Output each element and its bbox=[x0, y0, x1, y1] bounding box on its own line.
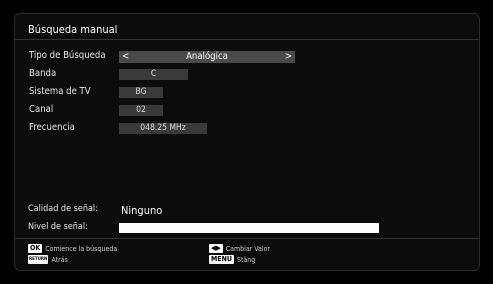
tv-system-label: Sistema de TV bbox=[29, 86, 91, 97]
signal-level-label: Nivel de señal: bbox=[28, 222, 88, 232]
hint-change-value-text: Cambiar Valor bbox=[225, 244, 271, 253]
search-type-selector[interactable]: < Analógica > bbox=[119, 51, 295, 63]
dialog-title: Búsqueda manual bbox=[28, 23, 118, 36]
channel-field[interactable]: 02 bbox=[119, 105, 163, 116]
ok-key-icon: OK bbox=[28, 244, 43, 253]
left-right-arrows-icon: ◀▶ bbox=[209, 244, 223, 253]
footer-divider bbox=[14, 238, 480, 239]
signal-level-fill bbox=[119, 223, 379, 233]
menu-key-icon: MENU bbox=[209, 255, 234, 264]
search-type-value: Analógica bbox=[186, 51, 228, 62]
hint-start-search-text: Comience la búsqueda bbox=[45, 244, 118, 253]
search-type-label: Tipo de Búsqueda bbox=[29, 50, 106, 61]
tv-system-field[interactable]: BG bbox=[119, 87, 163, 98]
hint-back: RETURN Atrás bbox=[28, 255, 68, 264]
hint-close: MENU Stäng bbox=[209, 255, 255, 264]
hint-back-text: Atrás bbox=[51, 255, 68, 264]
channel-label: Canal bbox=[29, 104, 54, 115]
chevron-right-icon[interactable]: > bbox=[285, 51, 292, 63]
title-divider bbox=[14, 39, 480, 40]
hint-close-text: Stäng bbox=[236, 255, 256, 264]
return-key-icon: RETURN bbox=[28, 255, 49, 264]
signal-level-bar bbox=[119, 223, 379, 233]
band-label: Banda bbox=[29, 68, 57, 79]
hint-start-search: OK Comience la búsqueda bbox=[28, 244, 117, 253]
signal-quality-value: Ninguno bbox=[121, 204, 163, 217]
hint-change-value: ◀▶ Cambiar Valor bbox=[209, 244, 270, 253]
frequency-field[interactable]: 048.25 MHz bbox=[119, 123, 207, 134]
signal-quality-label: Calidad de señal: bbox=[28, 204, 98, 214]
frequency-label: Frecuencia bbox=[29, 122, 75, 133]
band-field[interactable]: C bbox=[119, 69, 188, 80]
